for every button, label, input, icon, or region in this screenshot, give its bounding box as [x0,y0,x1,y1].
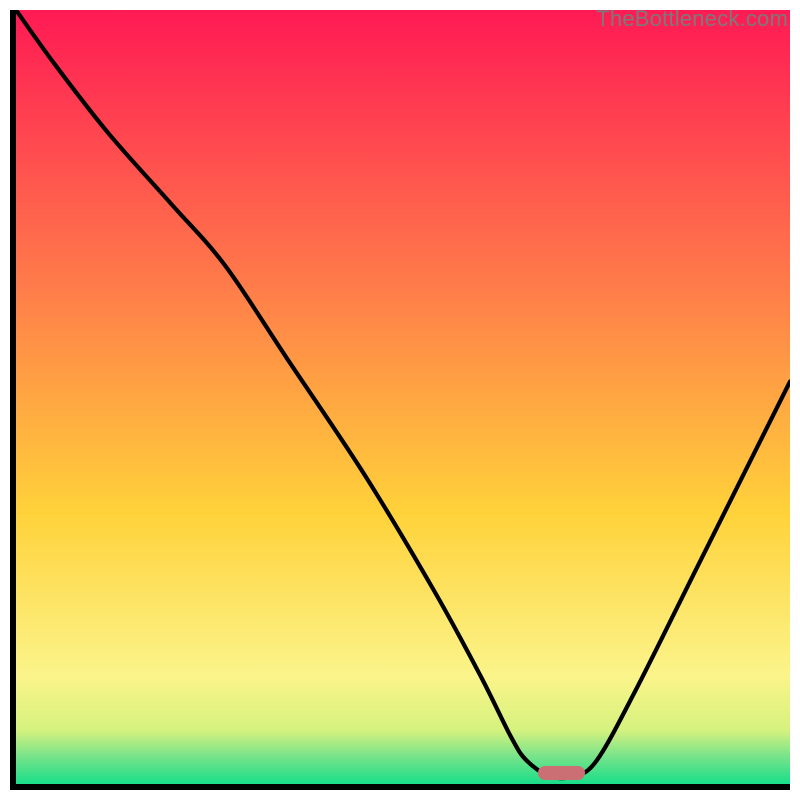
minimum-marker [538,766,584,780]
bottleneck-curve [16,10,790,784]
chart-frame [10,10,790,790]
plot-area [16,10,790,784]
watermark-text: TheBottleneck.com [596,6,788,32]
